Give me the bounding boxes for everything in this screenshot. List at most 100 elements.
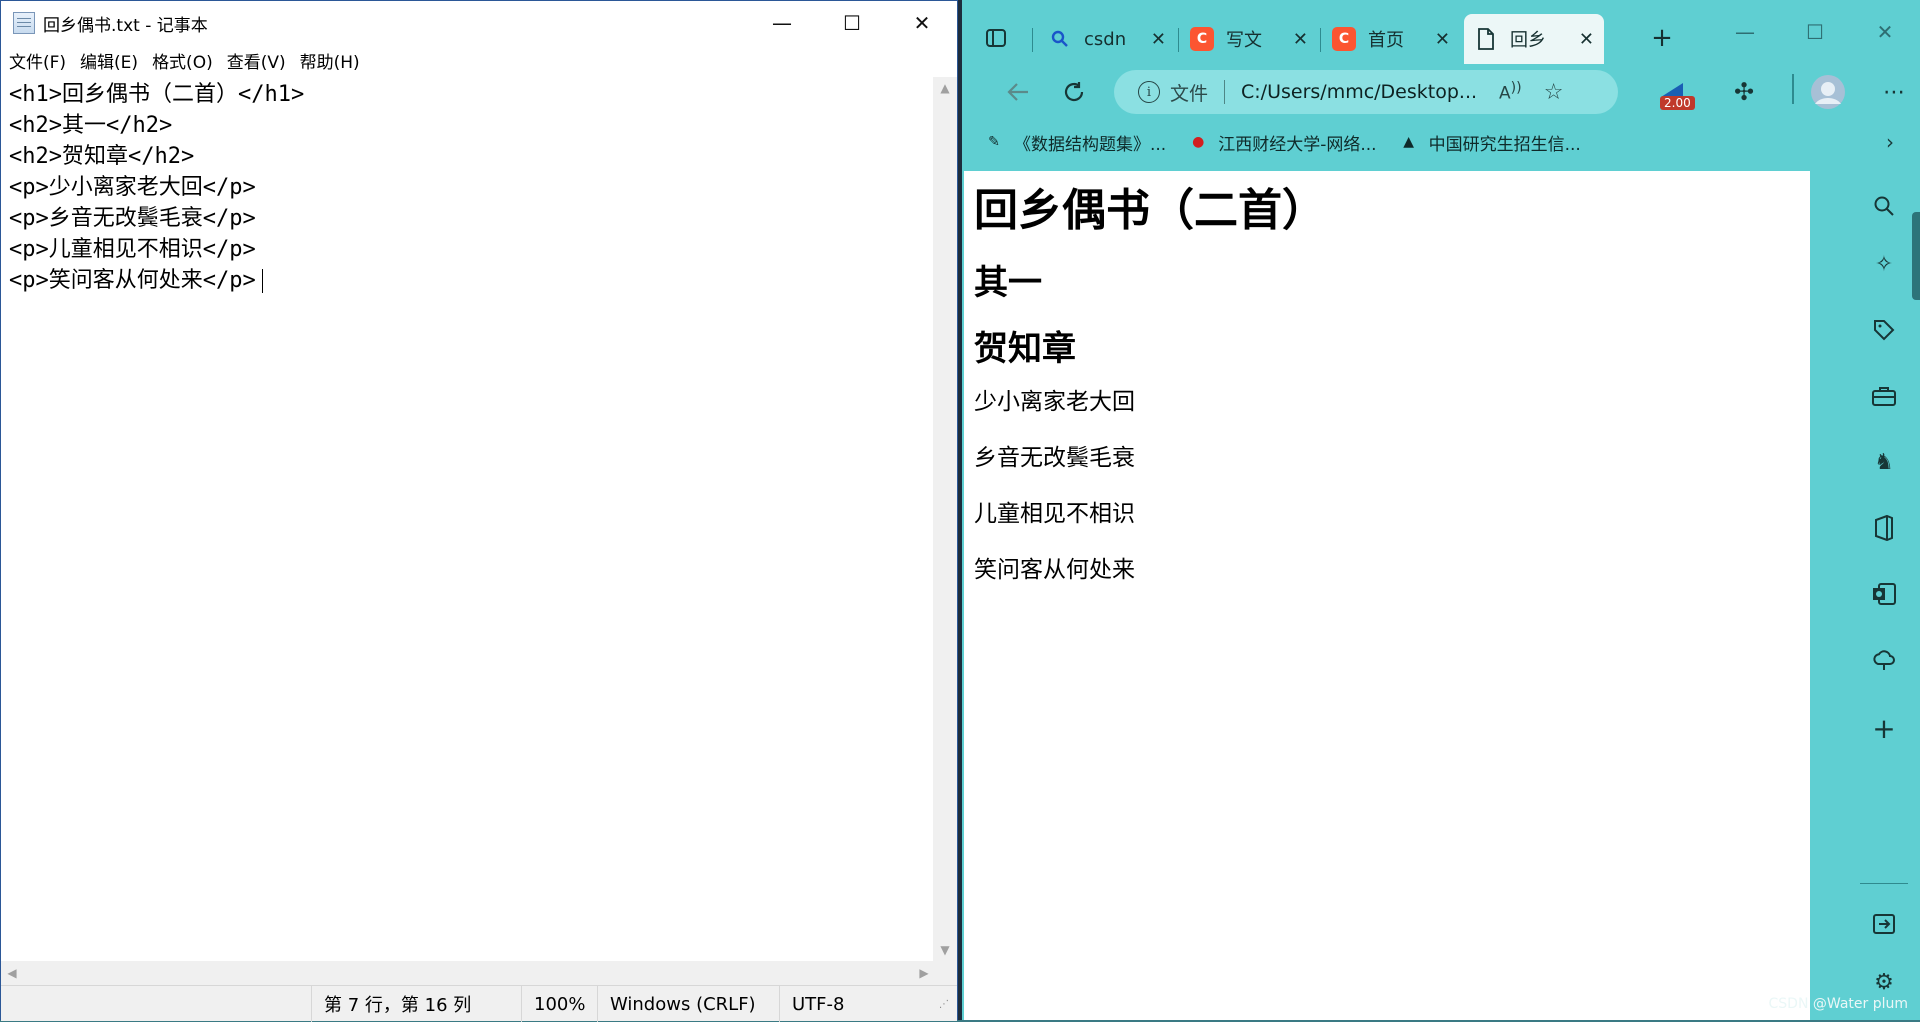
search-icon xyxy=(1048,27,1072,51)
text-line-last: <p>笑问客从何处来</p> xyxy=(9,265,927,296)
address-scheme-label: 文件 xyxy=(1170,82,1209,105)
chevron-right-icon[interactable]: › xyxy=(1886,130,1894,154)
address-bar[interactable]: i 文件 C:/Users/mmc/Desktop... A)) ☆ xyxy=(1114,70,1618,114)
tab-close-icon[interactable]: ✕ xyxy=(1435,29,1450,50)
tab-csdn-write[interactable]: C 写文 ✕ xyxy=(1180,14,1318,64)
cursor-position: 第 7 行，第 16 列 xyxy=(311,986,521,1022)
section-heading: 其一 xyxy=(974,263,1042,303)
text-line: <h2>其一</h2> xyxy=(9,113,173,138)
window-title: 回乡偶书.txt - 记事本 xyxy=(43,15,208,36)
text-line: <h1>回乡偶书（二首）</h1> xyxy=(9,82,305,107)
menu-view[interactable]: 查看(V) xyxy=(227,48,286,73)
info-icon[interactable]: i xyxy=(1138,81,1160,103)
tab-label: 回乡 xyxy=(1510,30,1546,51)
add-icon[interactable]: + xyxy=(1866,710,1902,746)
caption-buttons: — ☐ ✕ xyxy=(747,1,957,45)
scrollbar-corner xyxy=(933,961,957,985)
menu-format[interactable]: 格式(O) xyxy=(152,48,213,73)
toolbar-separator xyxy=(1792,74,1794,104)
refresh-icon[interactable] xyxy=(1056,74,1092,110)
tab-close-icon[interactable]: ✕ xyxy=(1293,29,1308,50)
extensions-puzzle-icon[interactable]: ✣ xyxy=(1724,72,1764,112)
new-tab-icon[interactable]: + xyxy=(1642,20,1682,56)
tab-csdn-home[interactable]: C 首页 ✕ xyxy=(1322,14,1460,64)
csdn-icon: C xyxy=(1190,27,1214,51)
scroll-down-icon[interactable]: ▼ xyxy=(933,939,957,961)
scroll-left-icon[interactable]: ◀ xyxy=(1,961,23,985)
add-favorite-icon[interactable]: ☆ xyxy=(1544,80,1564,105)
shopping-tag-icon[interactable] xyxy=(1866,312,1902,348)
book-icon: ✎ xyxy=(988,134,1000,150)
exit-icon[interactable] xyxy=(1866,906,1902,942)
resize-grip-icon[interactable]: ⋰ xyxy=(939,986,953,1022)
page-heading: 回乡偶书（二首） xyxy=(974,185,1326,236)
favorites-bar: ✎ 《数据结构题集》... ● 江西财经大学-网络... ▲ 中国研究生招生信.… xyxy=(962,120,1920,164)
bookmark-label: 中国研究生招生信... xyxy=(1428,134,1581,155)
menu-bar: 文件(F) 编辑(E) 格式(O) 查看(V) 帮助(H) xyxy=(1,45,957,75)
graduation-cap-icon: ▲ xyxy=(1403,134,1414,150)
notepad-app-icon xyxy=(13,12,35,34)
horizontal-scrollbar[interactable]: ◀ ▶ xyxy=(1,961,935,985)
minimize-button[interactable]: — xyxy=(747,1,817,45)
menu-edit[interactable]: 编辑(E) xyxy=(80,48,138,73)
address-separator xyxy=(1224,80,1226,104)
drop-icon[interactable] xyxy=(1866,642,1902,678)
tab-separator xyxy=(1178,28,1179,52)
bookmark-item[interactable]: ▲ 中国研究生招生信... xyxy=(1399,130,1581,155)
encoding: UTF-8 xyxy=(779,986,935,1022)
copilot-icon[interactable]: ✧ xyxy=(1866,246,1902,282)
maximize-button[interactable]: ☐ xyxy=(1780,0,1850,64)
tab-close-icon[interactable]: ✕ xyxy=(1579,29,1594,50)
close-button[interactable]: ✕ xyxy=(887,1,957,45)
menu-help[interactable]: 帮助(H) xyxy=(300,48,360,73)
tools-icon[interactable] xyxy=(1866,378,1902,414)
browser-window: csdn ✕ C 写文 ✕ C 首页 ✕ 回乡 ✕ + — ☐ ✕ i 文件 C… xyxy=(962,0,1920,1020)
tab-actions-icon[interactable] xyxy=(978,20,1014,56)
tab-label: 首页 xyxy=(1368,30,1404,51)
scroll-up-icon[interactable]: ▲ xyxy=(933,77,957,99)
menu-file[interactable]: 文件(F) xyxy=(9,48,66,73)
zoom-level: 100% xyxy=(521,986,597,1022)
extension-badge: 2.00 xyxy=(1660,96,1695,110)
text-caret xyxy=(261,269,263,293)
maximize-button[interactable]: ☐ xyxy=(817,1,887,45)
sidebar-handle[interactable] xyxy=(1912,212,1920,300)
poem-line: 儿童相见不相识 xyxy=(974,501,1135,527)
close-button[interactable]: ✕ xyxy=(1850,0,1920,64)
bookmark-item[interactable]: ✎ 《数据结构题集》... xyxy=(984,130,1166,155)
notepad-window: 回乡偶书.txt - 记事本 — ☐ ✕ 文件(F) 编辑(E) 格式(O) 查… xyxy=(0,0,958,1022)
tab-csdn-search[interactable]: csdn ✕ xyxy=(1038,14,1176,64)
tab-label: csdn xyxy=(1084,28,1127,50)
search-icon[interactable] xyxy=(1866,188,1902,224)
bookmark-label: 江西财经大学-网络... xyxy=(1218,134,1377,155)
vertical-scrollbar[interactable]: ▲ ▼ xyxy=(933,77,957,961)
bookmark-label: 《数据结构题集》... xyxy=(1014,134,1167,155)
school-icon: ● xyxy=(1192,134,1205,150)
bookmark-item[interactable]: ● 江西财经大学-网络... xyxy=(1188,130,1376,155)
watermark: CSDN @Water plum xyxy=(1768,996,1909,1012)
browser-toolbar: i 文件 C:/Users/mmc/Desktop... A)) ☆ 2.00 … xyxy=(962,64,1920,120)
web-page-content: 回乡偶书（二首） 其一 贺知章 少小离家老大回 乡音无改鬓毛衰 儿童相见不相识 … xyxy=(964,171,1810,1020)
line-ending: Windows (CRLF) xyxy=(597,986,779,1022)
read-aloud-icon[interactable]: A)) xyxy=(1499,80,1522,104)
profile-avatar[interactable] xyxy=(1808,72,1848,112)
scroll-right-icon[interactable]: ▶ xyxy=(913,961,935,985)
office-icon[interactable] xyxy=(1866,510,1902,546)
text-editor[interactable]: <h1>回乡偶书（二首）</h1> <h2>其一</h2> <h2>贺知章</h2>… xyxy=(1,77,935,961)
tab-separator xyxy=(1032,28,1033,52)
settings-icon[interactable]: ⚙ xyxy=(1866,964,1902,1000)
tab-close-icon[interactable]: ✕ xyxy=(1151,29,1166,50)
text-line: <p>乡音无改鬓毛衰</p> xyxy=(9,206,256,231)
back-icon[interactable] xyxy=(1000,74,1036,110)
games-icon[interactable]: ♞ xyxy=(1866,444,1902,480)
minimize-button[interactable]: — xyxy=(1710,0,1780,64)
tab-label: 写文 xyxy=(1226,30,1262,51)
outlook-icon[interactable] xyxy=(1866,576,1902,612)
text-line: <h2>贺知章</h2> xyxy=(9,144,195,169)
file-icon xyxy=(1474,27,1498,51)
url-text[interactable]: C:/Users/mmc/Desktop... xyxy=(1241,81,1481,103)
tab-active-file[interactable]: 回乡 ✕ xyxy=(1464,14,1604,64)
text-line: <p>少小离家老大回</p> xyxy=(9,175,256,200)
more-options-icon[interactable]: ⋯ xyxy=(1874,72,1914,112)
text-line: <p>儿童相见不相识</p> xyxy=(9,237,256,262)
